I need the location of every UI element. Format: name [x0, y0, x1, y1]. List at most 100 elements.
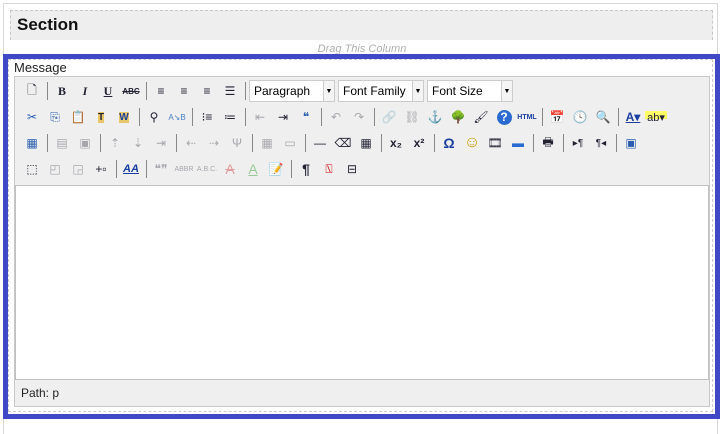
- cleanup-button[interactable]: 🖌: [470, 106, 492, 128]
- row-properties-button[interactable]: ▤: [51, 132, 73, 154]
- left-to-right-button[interactable]: ▸¶: [567, 132, 589, 154]
- right-to-left-button[interactable]: ¶◂: [590, 132, 612, 154]
- superscript-button[interactable]: x²: [408, 132, 430, 154]
- undo-button[interactable]: ↶: [325, 106, 347, 128]
- unlink-button[interactable]: ⛓: [401, 106, 423, 128]
- text-color-icon: A▾: [625, 110, 641, 124]
- deletion-button[interactable]: A: [219, 158, 241, 180]
- horizontal-rule-icon: —: [314, 136, 326, 150]
- align-left-button[interactable]: ≡: [150, 80, 172, 102]
- non-breaking-space-button[interactable]: ⍂: [318, 158, 340, 180]
- font-family-select[interactable]: Font Family ▼: [338, 80, 424, 102]
- acronym-button[interactable]: A.B.C.: [196, 158, 218, 180]
- insert-row-after-button[interactable]: ⇣: [127, 132, 149, 154]
- toolbar-separator: [616, 134, 617, 152]
- html-source-button[interactable]: HTML: [516, 106, 538, 128]
- chevron-down-icon: ▼: [501, 81, 512, 101]
- link-button[interactable]: 🔗: [378, 106, 400, 128]
- visual-characters-button[interactable]: ¶: [295, 158, 317, 180]
- cut-button[interactable]: ✂: [21, 106, 43, 128]
- copy-button[interactable]: ⎘: [44, 106, 66, 128]
- toolbar-separator: [47, 134, 48, 152]
- remove-format-button[interactable]: ⌫: [332, 132, 354, 154]
- format-select-value: Paragraph: [254, 84, 311, 98]
- text-color-button[interactable]: A▾: [622, 106, 644, 128]
- new-document-button[interactable]: 🗋: [21, 80, 43, 102]
- blockquote-button[interactable]: ❝: [295, 106, 317, 128]
- delete-row-button[interactable]: ⇥: [150, 132, 172, 154]
- insertion-button[interactable]: A: [242, 158, 264, 180]
- paste-text-icon: T: [97, 111, 105, 123]
- fullscreen-button[interactable]: ▣: [620, 132, 642, 154]
- insert-row-before-button[interactable]: ⇡: [104, 132, 126, 154]
- undo-icon: ↶: [330, 110, 342, 124]
- bullet-list-button[interactable]: ⁝≡: [196, 106, 218, 128]
- insert-table-button[interactable]: ▦: [21, 132, 43, 154]
- insert-date-button[interactable]: 📅: [546, 106, 568, 128]
- numbered-list-button[interactable]: ≔: [219, 106, 241, 128]
- horizontal-rule-button[interactable]: —: [309, 132, 331, 154]
- citation-button[interactable]: ❝❞: [150, 158, 172, 180]
- toolbar-separator: [192, 108, 193, 126]
- insert-time-button[interactable]: 🕓: [569, 106, 591, 128]
- abbreviation-button[interactable]: ABBR: [173, 158, 195, 180]
- strikethrough-button[interactable]: ABC: [120, 80, 142, 102]
- print-button[interactable]: 🖶: [537, 132, 559, 154]
- media-icon: 🎞: [487, 136, 503, 150]
- toolbar-separator: [533, 134, 534, 152]
- find-button[interactable]: ⚲: [143, 106, 165, 128]
- move-forward-button[interactable]: ◰: [44, 158, 66, 180]
- insert-col-after-button[interactable]: ⇢: [203, 132, 225, 154]
- indent-button[interactable]: ⇥: [272, 106, 294, 128]
- emotions-button[interactable]: ☺: [461, 132, 483, 154]
- font-size-select[interactable]: Font Size ▼: [427, 80, 513, 102]
- subscript-icon: x₂: [389, 136, 402, 150]
- editor-content-area[interactable]: [15, 185, 709, 380]
- delete-row-icon: ⇥: [155, 136, 167, 150]
- delete-col-button[interactable]: Ψ: [226, 132, 248, 154]
- attributes-button[interactable]: 📝: [265, 158, 287, 180]
- merge-cells-button[interactable]: ▭: [279, 132, 301, 154]
- align-center-button[interactable]: ≡: [173, 80, 195, 102]
- anchor-button[interactable]: ⚓: [424, 106, 446, 128]
- rich-text-editor: 🗋 B I U ABC ≡ ≡ ≡ ☰ Paragraph ▼ Font Family ▼ Font…: [14, 76, 710, 407]
- image-button[interactable]: 🌳: [447, 106, 469, 128]
- cell-properties-button[interactable]: ▣: [74, 132, 96, 154]
- help-button[interactable]: ?: [493, 106, 515, 128]
- insert-col-before-button[interactable]: ⇠: [180, 132, 202, 154]
- replace-button[interactable]: A↘B: [166, 106, 188, 128]
- toolbar-row-3: ▦ ▤ ▣ ⇡ ⇣ ⇥ ⇠ ⇢ Ψ ▦ ▭ — ⌫ ▦ x₂ x² Ω ☺ 🎞 ▬ 🖶 ▸¶ ¶◂ ▣: [21, 131, 643, 155]
- advanced-hr-button[interactable]: ▬: [507, 132, 529, 154]
- paste-word-button[interactable]: W: [113, 106, 135, 128]
- insert-layer-button[interactable]: ⬚: [21, 158, 43, 180]
- print-icon: 🖶: [542, 134, 554, 149]
- move-backward-icon: ◲: [72, 162, 84, 176]
- visual-aid-button[interactable]: ▦: [355, 132, 377, 154]
- style-properties-button[interactable]: AA: [120, 158, 142, 180]
- toolbar-separator: [176, 134, 177, 152]
- fullscreen-icon: ▣: [625, 136, 637, 150]
- paste-text-button[interactable]: T: [90, 106, 112, 128]
- outdent-button[interactable]: ⇤: [249, 106, 271, 128]
- special-character-button[interactable]: Ω: [438, 132, 460, 154]
- redo-button[interactable]: ↷: [348, 106, 370, 128]
- subscript-button[interactable]: x₂: [385, 132, 407, 154]
- absolute-position-button[interactable]: +▫: [90, 158, 112, 180]
- toolbar-separator: [139, 108, 140, 126]
- align-justify-button[interactable]: ☰: [219, 80, 241, 102]
- toolbar-separator: [434, 134, 435, 152]
- split-cells-button[interactable]: ▦: [256, 132, 278, 154]
- move-backward-button[interactable]: ◲: [67, 158, 89, 180]
- media-button[interactable]: 🎞: [484, 132, 506, 154]
- italic-button[interactable]: I: [74, 80, 96, 102]
- align-right-button[interactable]: ≡: [196, 80, 218, 102]
- image-icon: 🌳: [450, 110, 466, 124]
- insert-layer-icon: ⬚: [26, 162, 38, 176]
- paste-button[interactable]: 📋: [67, 106, 89, 128]
- bold-button[interactable]: B: [51, 80, 73, 102]
- format-select[interactable]: Paragraph ▼: [249, 80, 335, 102]
- page-break-button[interactable]: ⊟: [341, 158, 363, 180]
- underline-button[interactable]: U: [97, 80, 119, 102]
- preview-button[interactable]: 🔍: [592, 106, 614, 128]
- background-color-button[interactable]: ab▾: [645, 106, 667, 128]
